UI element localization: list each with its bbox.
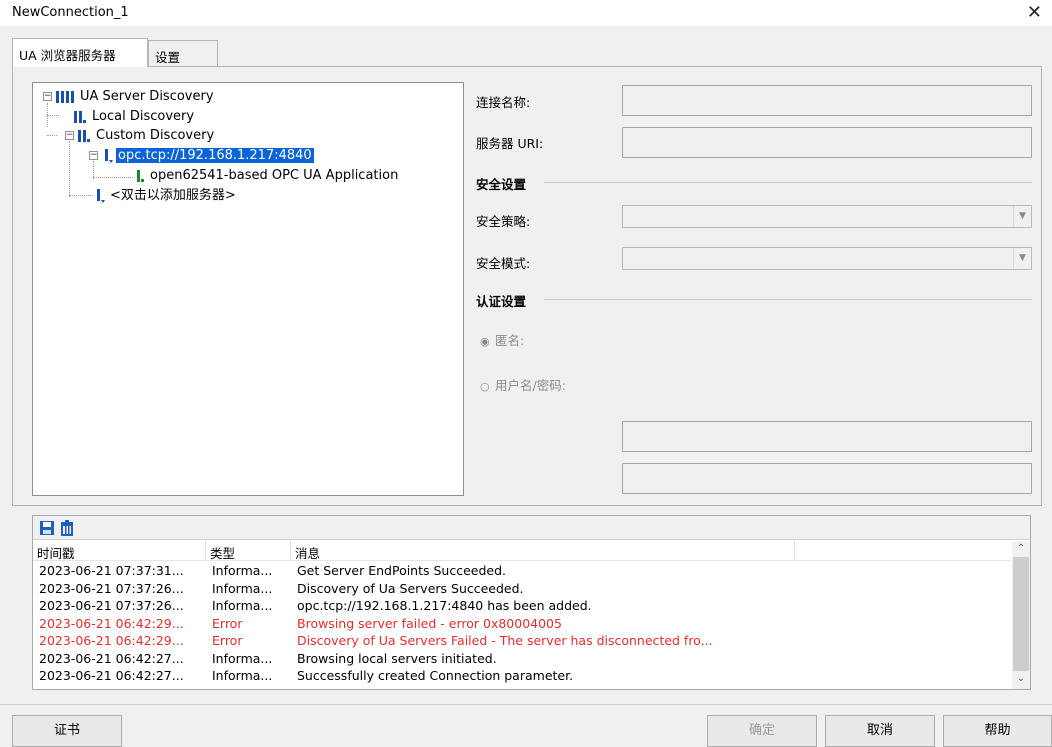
password-field[interactable] — [622, 463, 1032, 494]
delete-icon[interactable] — [59, 520, 75, 536]
tree-node-label: UA Server Discovery — [80, 89, 214, 104]
log-scrollbar[interactable]: ⌃ ⌄ — [1012, 541, 1030, 689]
log-table-header: 时间戳 类型 消息 — [33, 541, 1011, 561]
username-field[interactable] — [622, 421, 1032, 452]
title-bar: NewConnection_1 ✕ — [0, 0, 1052, 26]
tab-ua-browse-servers[interactable]: UA 浏览器服务器 — [12, 38, 148, 67]
ok-button[interactable]: 确定 — [707, 715, 817, 747]
tree-node-application[interactable]: open62541-based OPC UA Application — [135, 167, 400, 185]
log-cell-message: Get Server EndPoints Succeeded. — [297, 563, 507, 578]
log-panel: 时间戳 类型 消息 2023-06-21 07:37:31... Informa.… — [32, 515, 1031, 690]
server-group-icon — [56, 90, 74, 103]
collapse-toggle[interactable]: − — [65, 131, 74, 140]
log-cell-type: Error — [212, 615, 243, 631]
username-password-radio[interactable]: ○ 用户名/密码: — [480, 375, 566, 394]
log-cell-message: Discovery of Ua Servers Succeeded. — [297, 580, 524, 596]
tree-connector — [69, 195, 93, 196]
security-mode-label: 安全模式: — [476, 256, 531, 271]
server-endpoint-icon — [105, 148, 113, 163]
scroll-thumb[interactable] — [1013, 557, 1029, 671]
column-header-type[interactable]: 类型 — [206, 541, 291, 561]
column-header-extra[interactable] — [795, 541, 1011, 561]
connection-name-field[interactable] — [622, 85, 1032, 116]
chevron-down-icon[interactable]: ▼ — [1013, 248, 1031, 269]
certificate-button[interactable]: 证书 — [12, 715, 122, 747]
log-cell-message: opc.tcp://192.168.1.217:4840 has been ad… — [297, 598, 592, 613]
tree-connector — [69, 141, 70, 197]
column-header-message[interactable]: 消息 — [291, 541, 795, 561]
tree-node-root[interactable]: UA Server Discovery — [55, 88, 216, 106]
security-policy-select[interactable]: ▼ — [622, 205, 1032, 228]
save-icon[interactable] — [39, 520, 55, 536]
log-cell-type: Informa... — [212, 580, 273, 596]
security-settings-heading: 安全设置 — [476, 177, 527, 192]
log-cell-type: Informa... — [212, 563, 273, 578]
anonymous-label: 匿名: — [494, 333, 525, 348]
tree-connector — [47, 135, 57, 136]
log-cell-type: Informa... — [212, 668, 273, 683]
tree-connector — [47, 115, 59, 116]
anonymous-radio[interactable]: ◉ 匿名: — [480, 330, 524, 349]
group-divider — [544, 182, 1032, 183]
scroll-down-icon[interactable]: ⌄ — [1012, 673, 1030, 684]
username-password-label: 用户名/密码: — [494, 378, 566, 393]
server-uri-field[interactable] — [622, 127, 1032, 158]
scroll-up-icon[interactable]: ⌃ — [1012, 543, 1030, 554]
tree-node-local[interactable]: Local Discovery — [73, 108, 196, 126]
log-cell-message: Successfully created Connection paramete… — [297, 668, 574, 683]
tree-node-custom[interactable]: Custom Discovery — [77, 127, 216, 145]
log-cell-type: Informa... — [212, 650, 273, 666]
log-cell-message: Browsing server failed - error 0x8000400… — [297, 615, 562, 631]
security-mode-select[interactable]: ▼ — [622, 247, 1032, 270]
column-header-timestamp[interactable]: 时间戳 — [33, 541, 206, 561]
tree-node-label: <双击以添加服务器> — [110, 188, 236, 203]
collapse-toggle[interactable]: − — [89, 151, 98, 160]
window-title: NewConnection_1 — [12, 5, 129, 20]
tree-node-label: open62541-based OPC UA Application — [150, 168, 399, 183]
radio-unselected-icon: ○ — [480, 380, 490, 393]
log-cell-time: 2023-06-21 06:42:29... — [39, 615, 184, 631]
log-cell-time: 2023-06-21 07:37:26... — [39, 580, 184, 596]
log-cell-message: Discovery of Ua Servers Failed - The ser… — [297, 633, 713, 648]
tree-connector — [93, 177, 133, 178]
collapse-toggle[interactable]: − — [43, 92, 52, 101]
log-cell-type: Error — [212, 633, 243, 648]
server-uri-label: 服务器 URI: — [476, 136, 544, 151]
auth-settings-heading: 认证设置 — [476, 294, 527, 309]
log-cell-message: Browsing local servers initiated. — [297, 650, 497, 666]
help-button[interactable]: 帮助 — [943, 715, 1052, 747]
close-icon[interactable]: ✕ — [1027, 2, 1042, 23]
connection-name-label: 连接名称: — [476, 95, 531, 110]
tree-node-label: Custom Discovery — [96, 128, 215, 143]
tree-node-label: opc.tcp://192.168.1.217:4840 — [116, 148, 314, 163]
log-cell-time: 2023-06-21 06:42:27... — [39, 650, 184, 666]
tree-node-server[interactable]: opc.tcp://192.168.1.217:4840 — [103, 147, 314, 165]
tree-node-label: Local Discovery — [92, 109, 195, 124]
tree-node-add-server[interactable]: <双击以添加服务器> — [95, 187, 238, 205]
log-cell-time: 2023-06-21 07:37:26... — [39, 598, 184, 613]
add-server-icon — [97, 188, 105, 203]
log-cell-time: 2023-06-21 06:42:29... — [39, 633, 184, 648]
server-icon — [74, 110, 86, 123]
log-toolbar — [33, 516, 1030, 540]
security-policy-label: 安全策略: — [476, 214, 531, 229]
cancel-button[interactable]: 取消 — [825, 715, 935, 747]
tab-settings[interactable]: 设置 — [148, 40, 218, 67]
application-icon — [137, 169, 144, 182]
chevron-down-icon[interactable]: ▼ — [1013, 206, 1031, 227]
log-cell-type: Informa... — [212, 598, 273, 613]
log-cell-time: 2023-06-21 06:42:27... — [39, 668, 184, 683]
bottom-separator — [0, 704, 1052, 705]
server-tree[interactable]: − UA Server Discovery Local Discovery − … — [32, 82, 464, 496]
radio-selected-icon: ◉ — [480, 335, 490, 348]
group-divider — [544, 299, 1032, 300]
server-icon — [78, 129, 90, 142]
log-cell-time: 2023-06-21 07:37:31... — [39, 563, 184, 578]
